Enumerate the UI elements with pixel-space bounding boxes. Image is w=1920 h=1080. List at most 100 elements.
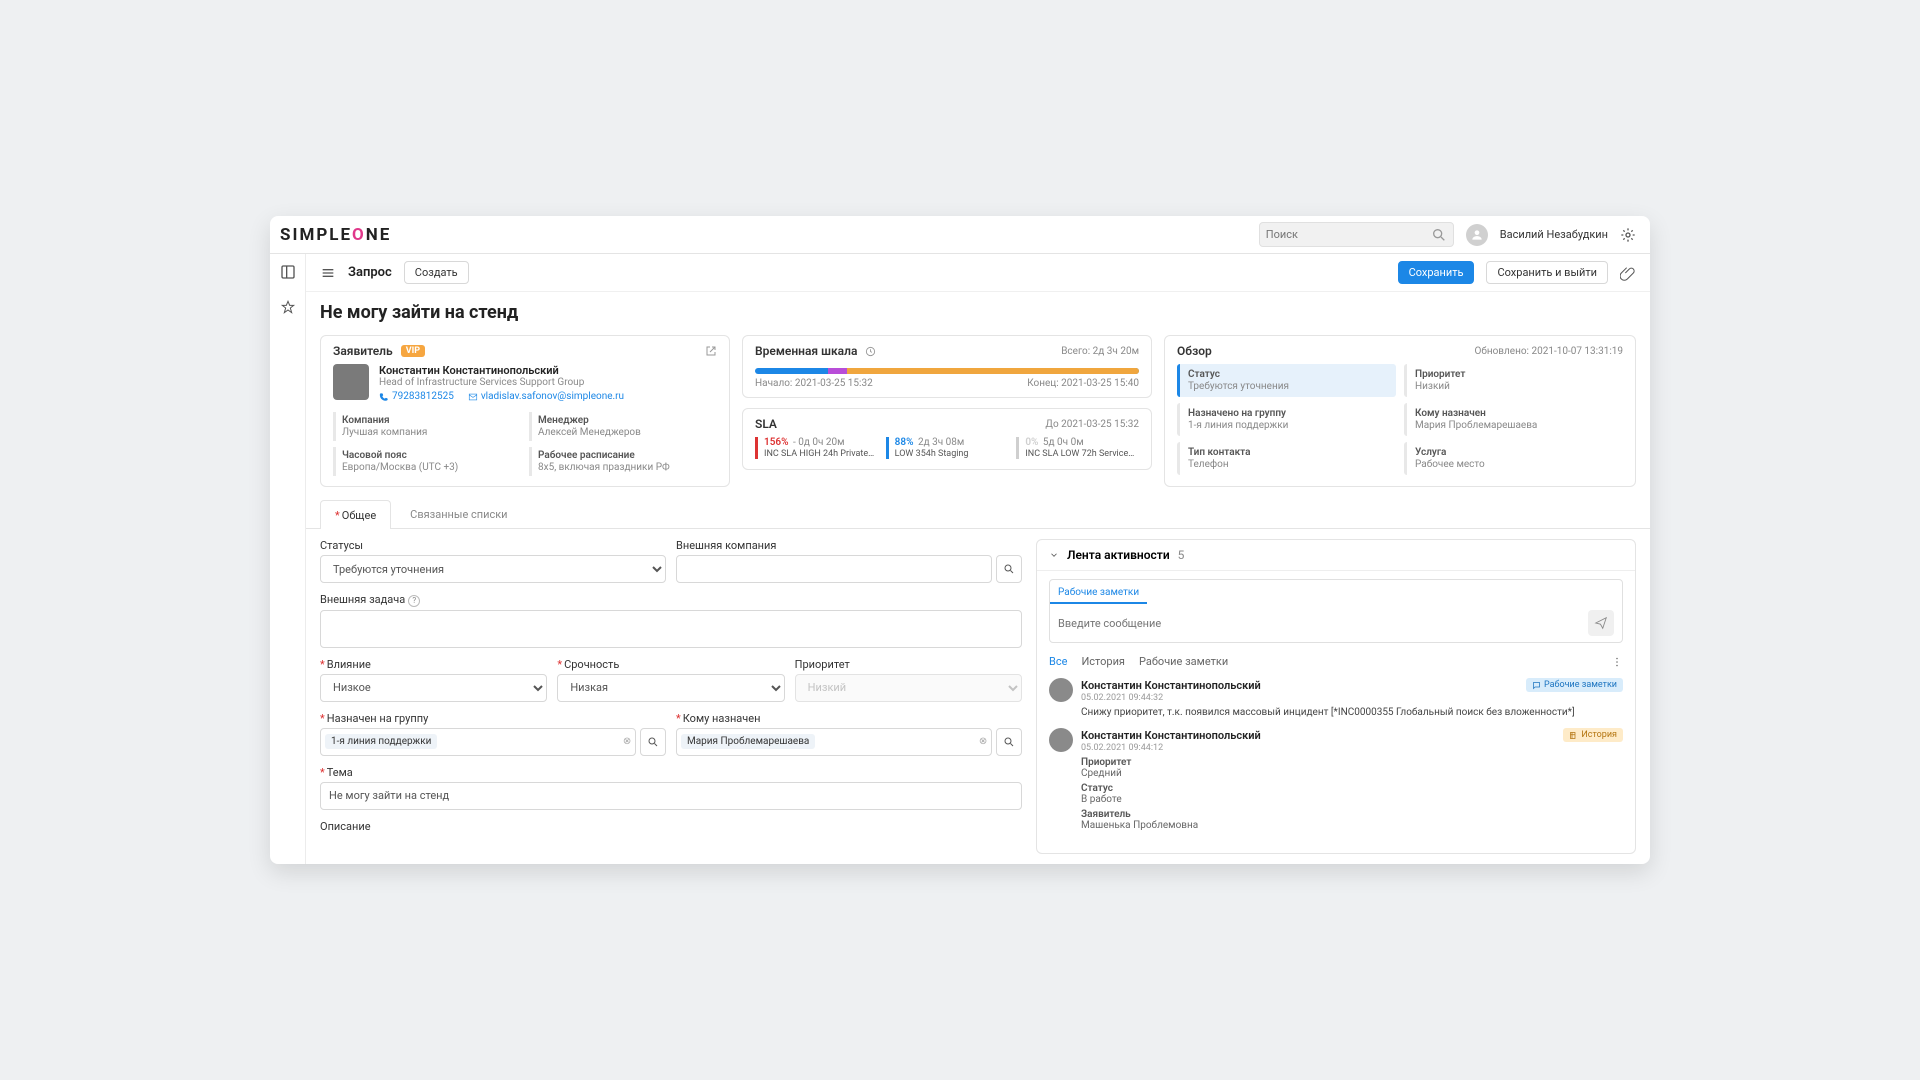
activity-filters: Все История Рабочие заметки xyxy=(1037,651,1635,672)
global-search[interactable] xyxy=(1259,222,1454,247)
assignee-lookup[interactable] xyxy=(996,728,1022,756)
overview-title: Обзор xyxy=(1177,344,1212,358)
requester-role: Head of Infrastructure Services Support … xyxy=(379,377,624,388)
requester-timezone: Часовой поясЕвропа/Москва (UTC +3) xyxy=(333,447,521,476)
extcompany-lookup[interactable] xyxy=(996,555,1022,583)
timeline-start: Начало: 2021-03-25 15:32 xyxy=(755,378,873,389)
search-icon xyxy=(1003,563,1015,575)
clock-icon xyxy=(865,346,876,357)
overview-cell: СтатусТребуются уточнения xyxy=(1177,364,1396,397)
star-icon[interactable] xyxy=(280,300,296,316)
group-token: 1-я линия поддержки xyxy=(325,734,437,749)
sla-until: До 2021-03-25 15:32 xyxy=(1045,419,1139,430)
form-left: Статусы Требуются уточнения Внешняя комп… xyxy=(320,539,1022,854)
requester-phone[interactable]: 79283812525 xyxy=(379,391,454,402)
filter-all[interactable]: Все xyxy=(1049,655,1067,668)
create-button[interactable]: Создать xyxy=(404,261,469,284)
timeline-bar xyxy=(755,368,1139,374)
external-link-icon[interactable] xyxy=(705,345,717,357)
phone-icon xyxy=(379,392,389,402)
urgency-label: *Срочность xyxy=(557,658,784,671)
group-label: *Назначен на группу xyxy=(320,712,666,725)
topbar: SIMPLEONE Василий Незабудкин xyxy=(270,216,1650,254)
user-avatar[interactable] xyxy=(1466,224,1488,246)
overview-cell: Кому назначенМария Проблемарешаева xyxy=(1404,403,1623,436)
description-label: Описание xyxy=(320,820,1022,833)
panel-icon[interactable] xyxy=(280,264,296,280)
requester-schedule: Рабочее расписание8х5, включая праздники… xyxy=(529,447,717,476)
activity-item: Константин Константинопольский История05… xyxy=(1049,728,1623,831)
sla-title: SLA xyxy=(755,417,777,431)
assignee-token: Мария Проблемарешаева xyxy=(681,734,815,749)
sla-card: SLA До 2021-03-25 15:32 156% - 0д 0ч 20м… xyxy=(742,408,1152,470)
filter-notes[interactable]: Рабочие заметки xyxy=(1139,655,1228,668)
main-content: Запрос Создать Сохранить Сохранить и вый… xyxy=(306,254,1650,864)
assignee-clear[interactable]: ⊗ xyxy=(979,736,987,747)
page-title: Не могу зайти на стенд xyxy=(320,302,1636,323)
gear-icon[interactable] xyxy=(1620,227,1636,243)
group-lookup[interactable] xyxy=(640,728,666,756)
subject-input[interactable] xyxy=(320,782,1022,810)
requester-photo xyxy=(333,364,369,400)
timeline-card: Временная шкала Всего: 2д 3ч 20м Начало:… xyxy=(742,335,1152,398)
summary-cards: Заявитель VIP Константин Константинополь… xyxy=(306,335,1650,499)
extcompany-input[interactable] xyxy=(676,555,992,583)
exttask-input[interactable] xyxy=(320,610,1022,648)
exttask-label: Внешняя задача? xyxy=(320,593,1022,607)
assignee-input[interactable]: Мария Проблемарешаева ⊗ xyxy=(676,728,992,756)
search-input[interactable] xyxy=(1266,228,1431,241)
assignee-label: *Кому назначен xyxy=(676,712,1022,725)
impact-select[interactable]: Низкое xyxy=(320,674,547,702)
activity-title: Лента активности xyxy=(1067,548,1170,562)
timeline-total: Всего: 2д 3ч 20м xyxy=(1061,346,1139,357)
note-tab[interactable]: Рабочие заметки xyxy=(1050,583,1147,604)
requester-card: Заявитель VIP Константин Константинополь… xyxy=(320,335,730,487)
requester-card-title: Заявитель xyxy=(333,344,393,358)
status-select[interactable]: Требуются уточнения xyxy=(320,555,666,583)
activity-header[interactable]: Лента активности 5 xyxy=(1037,540,1635,571)
requester-company: КомпанияЛучшая компания xyxy=(333,412,521,441)
filter-history[interactable]: История xyxy=(1081,655,1125,668)
help-icon[interactable]: ? xyxy=(408,595,420,607)
search-icon xyxy=(1431,227,1447,243)
save-exit-button[interactable]: Сохранить и выйти xyxy=(1486,261,1608,284)
overview-updated: Обновлено: 2021-10-07 13:31:19 xyxy=(1474,346,1623,357)
tab-related[interactable]: Связанные списки xyxy=(395,499,522,528)
extcompany-label: Внешняя компания xyxy=(676,539,1022,552)
attach-icon[interactable] xyxy=(1620,265,1636,281)
priority-select: Низкий xyxy=(795,674,1022,702)
note-input[interactable] xyxy=(1058,617,1580,630)
priority-label: Приоритет xyxy=(795,658,1022,671)
overview-cell: Тип контактаТелефон xyxy=(1177,442,1396,475)
timeline-title: Временная шкала xyxy=(755,344,857,358)
form-tabs: *Общее Связанные списки xyxy=(306,499,1650,529)
logo: SIMPLEONE xyxy=(280,225,391,245)
app-window: SIMPLEONE Василий Незабудкин Запрос Созд… xyxy=(270,216,1650,864)
user-name: Василий Незабудкин xyxy=(1500,228,1608,241)
group-clear[interactable]: ⊗ xyxy=(623,736,631,747)
impact-label: *Влияние xyxy=(320,658,547,671)
activity-item: Константин Константинопольский Рабочие з… xyxy=(1049,678,1623,718)
page-type: Запрос xyxy=(348,265,392,280)
group-input[interactable]: 1-я линия поддержки ⊗ xyxy=(320,728,636,756)
chevron-down-icon xyxy=(1049,550,1059,560)
activity-count: 5 xyxy=(1178,548,1185,562)
overview-cell: УслугаРабочее место xyxy=(1404,442,1623,475)
status-label: Статусы xyxy=(320,539,666,552)
vip-badge: VIP xyxy=(401,345,425,357)
save-button[interactable]: Сохранить xyxy=(1398,261,1475,284)
send-button[interactable] xyxy=(1588,610,1614,636)
requester-email[interactable]: vladislav.safonov@simpleone.ru xyxy=(468,391,624,402)
sla-item: 88% 2д 3ч 08мLOW 354h Staging xyxy=(886,437,1009,459)
left-rail xyxy=(270,254,306,864)
overview-cell: ПриоритетНизкий xyxy=(1404,364,1623,397)
mail-icon xyxy=(468,392,478,402)
form-area: Статусы Требуются уточнения Внешняя комп… xyxy=(306,529,1650,864)
overview-card: Обзор Обновлено: 2021-10-07 13:31:19 Ста… xyxy=(1164,335,1636,487)
hamburger-icon[interactable] xyxy=(320,265,336,281)
tab-general[interactable]: *Общее xyxy=(320,500,391,529)
more-icon[interactable] xyxy=(1611,656,1623,668)
urgency-select[interactable]: Низкая xyxy=(557,674,784,702)
page-title-row: Не могу зайти на стенд xyxy=(306,292,1650,335)
requester-manager: МенеджерАлексей Менеджеров xyxy=(529,412,717,441)
